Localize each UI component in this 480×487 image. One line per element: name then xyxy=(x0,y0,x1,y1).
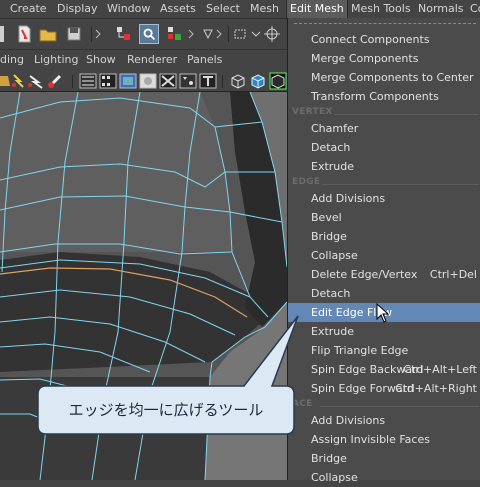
menu-normals[interactable]: Normals xyxy=(418,0,464,18)
menu-item-face-bridge[interactable]: Bridge xyxy=(288,449,480,468)
wireframe-on-shaded-icon[interactable] xyxy=(28,75,43,89)
menu-item-bridge[interactable]: Bridge xyxy=(288,227,480,246)
film-gate-icon[interactable] xyxy=(99,73,117,89)
menu-item-delete-edge-vertex[interactable]: Delete Edge/Vertex Ctrl+Del xyxy=(288,265,480,284)
paint-icon[interactable] xyxy=(48,74,62,88)
panel-menu-renderer[interactable]: Renderer xyxy=(127,50,177,70)
select-by-object-icon[interactable] xyxy=(139,24,159,44)
texture-icon[interactable] xyxy=(179,73,197,89)
collapse-arrow-icon[interactable] xyxy=(216,24,222,44)
mouse-cursor-icon xyxy=(376,303,390,323)
panel-menu-panels[interactable]: Panels xyxy=(187,50,222,70)
pick-mask-icon[interactable] xyxy=(200,24,216,44)
toolbar-separator xyxy=(72,75,73,88)
select-by-component-icon[interactable] xyxy=(165,24,185,44)
menu-mesh[interactable]: Mesh xyxy=(250,0,279,18)
menu-item-edge-extrude[interactable]: Extrude xyxy=(288,322,480,341)
panel-menu-lighting[interactable]: Lighting xyxy=(34,50,78,70)
panel-menu-shading[interactable]: ding xyxy=(0,50,24,70)
menu-co[interactable]: Co xyxy=(470,0,480,18)
shortcut-label: Ctrl+Alt+Left xyxy=(403,363,477,376)
toolbar-separator xyxy=(228,26,229,42)
status-line-toolbar xyxy=(0,19,287,50)
menu-edit-mesh[interactable]: Edit Mesh xyxy=(286,0,348,18)
wireframe-cube-icon[interactable] xyxy=(231,74,245,89)
resolution-gate-icon[interactable] xyxy=(119,73,137,89)
default-lighting-icon[interactable] xyxy=(12,74,24,88)
menu-item-edge-detach[interactable]: Detach xyxy=(288,284,480,303)
menu-select[interactable]: Select xyxy=(206,0,240,18)
save-scene-icon[interactable] xyxy=(64,24,84,44)
menu-item-add-divisions[interactable]: Add Divisions xyxy=(288,189,480,208)
menu-create[interactable]: Create xyxy=(10,0,47,18)
menu-item-face-collapse[interactable]: Collapse xyxy=(288,468,480,487)
chevron-down-icon[interactable] xyxy=(250,24,262,44)
open-scene-icon[interactable] xyxy=(38,24,58,44)
menu-assets[interactable]: Assets xyxy=(160,0,196,18)
menu-item-assign-invisible-faces[interactable]: Assign Invisible Faces xyxy=(288,430,480,449)
collapse-arrow-icon[interactable] xyxy=(95,24,101,44)
select-by-hierarchy-icon[interactable] xyxy=(114,24,134,44)
panel-menu-bar: ding Lighting Show Renderer Panels xyxy=(0,50,287,70)
shortcut-label: Ctrl+Del xyxy=(429,268,477,281)
wireframe-on-shaded-toggle-icon[interactable] xyxy=(269,72,287,90)
dropdown-stub-icon[interactable] xyxy=(0,26,4,42)
menu-mesh-tools[interactable]: Mesh Tools xyxy=(351,0,411,18)
tear-off-line[interactable] xyxy=(294,23,476,24)
panel-menu-show[interactable]: Show xyxy=(86,50,116,70)
toolbar-separator xyxy=(91,26,92,42)
collapse-arrow-icon[interactable] xyxy=(188,24,194,44)
edit-mesh-dropdown: Connect Components Merge Components Merg… xyxy=(287,18,480,484)
shortcut-label: Ctrl+Alt+Right xyxy=(395,382,477,395)
menu-item-face-add-divisions[interactable]: Add Divisions xyxy=(288,411,480,430)
menu-item-flip-triangle-edge[interactable]: Flip Triangle Edge xyxy=(288,341,480,360)
menu-item-collapse[interactable]: Collapse xyxy=(288,246,480,265)
menu-item-connect-components[interactable]: Connect Components xyxy=(288,30,480,49)
menu-item-spin-edge-forward[interactable]: Spin Edge Forward Ctrl+Alt+Right xyxy=(288,379,480,398)
text-icon[interactable] xyxy=(199,73,217,89)
menu-item-bevel[interactable]: Bevel xyxy=(288,208,480,227)
menu-display[interactable]: Display xyxy=(57,0,98,18)
hud-light-icon[interactable] xyxy=(0,76,10,86)
main-menu-bar: Create Display Window Assets Select Mesh… xyxy=(0,0,480,19)
menu-item-transform-components[interactable]: Transform Components xyxy=(288,87,480,106)
menu-item-merge-components-to-center[interactable]: Merge Components to Center xyxy=(288,68,480,87)
grid-toggle-icon[interactable] xyxy=(159,73,177,89)
callout-text: エッジを均一に広げるツール xyxy=(68,401,264,419)
shaded-cube-icon[interactable] xyxy=(251,74,265,89)
menu-item-merge-components[interactable]: Merge Components xyxy=(288,49,480,68)
menu-window[interactable]: Window xyxy=(107,0,150,18)
menu-item-spin-edge-backward[interactable]: Spin Edge Backward Ctrl+Alt+Left xyxy=(288,360,480,379)
safe-action-icon[interactable] xyxy=(139,73,157,89)
menu-item-vertex-extrude[interactable]: Extrude xyxy=(288,157,480,176)
menu-item-chamfer[interactable]: Chamfer xyxy=(288,119,480,138)
menu-item-vertex-detach[interactable]: Detach xyxy=(288,138,480,157)
vertex-mask-icon[interactable] xyxy=(232,24,250,44)
xray-icon[interactable] xyxy=(79,73,97,89)
panel-toolbar xyxy=(0,70,287,92)
new-scene-icon[interactable] xyxy=(14,24,34,44)
toolbar-separator xyxy=(222,75,223,88)
snap-to-grid-icon[interactable] xyxy=(262,24,282,44)
